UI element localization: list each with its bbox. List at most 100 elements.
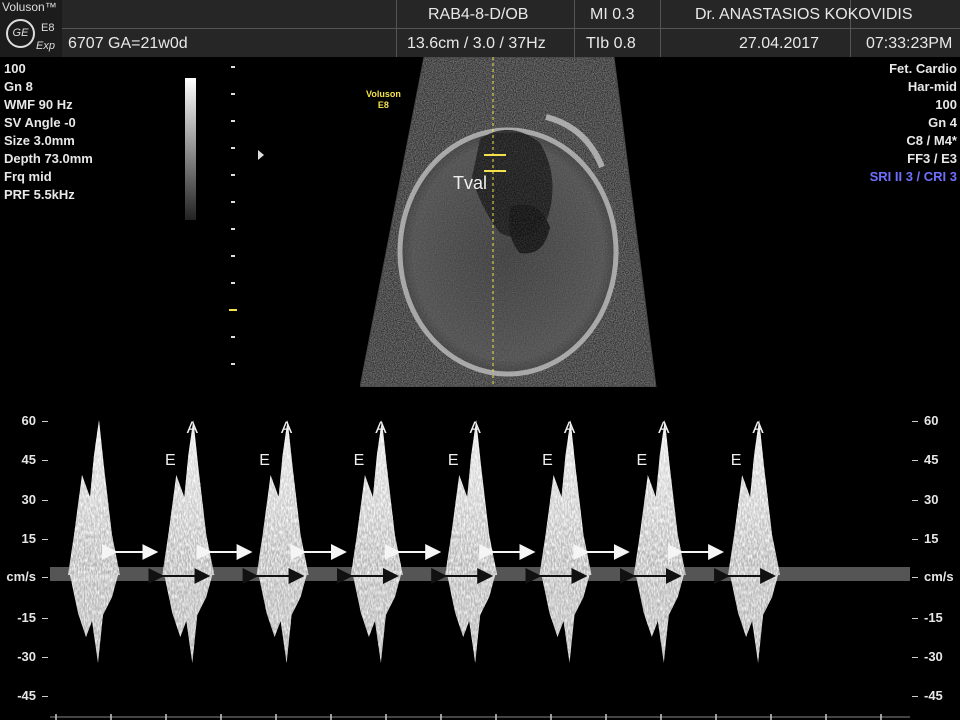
patient-info: 6707 GA=21w0d <box>68 35 188 52</box>
velocity-scale-label: 45 <box>924 452 939 467</box>
depth-scale <box>229 60 237 380</box>
peak-e-label: E <box>731 452 742 469</box>
param-item: Har-mid <box>907 79 957 94</box>
spectral-speckle <box>728 420 781 575</box>
velocity-scale-tick <box>912 696 918 697</box>
velocity-scale-label: 60 <box>21 413 36 428</box>
logo-area: Voluson™ GE E8 Exp <box>0 0 62 57</box>
spectral-speckle <box>633 420 686 575</box>
peak-a-label: A <box>564 418 576 437</box>
depth-tick <box>231 228 235 230</box>
depth-tick <box>229 309 237 311</box>
velocity-scale-label: cm/s <box>924 569 954 584</box>
exam-time: 07:33:23PM <box>866 35 953 52</box>
tib-index: TIb 0.8 <box>586 35 636 52</box>
param-item: Fet. Cardio <box>889 61 957 76</box>
watermark-line2: E8 <box>377 100 389 110</box>
focus-marker-icon <box>258 150 264 160</box>
spectral-speckle <box>447 575 496 663</box>
header-bar: Voluson™ GE E8 Exp 6707 GA=21w0d RAB4-8-… <box>0 0 960 57</box>
voluson-watermark: Voluson E8 <box>366 89 401 111</box>
spectral-speckle <box>162 420 215 575</box>
velocity-scale-tick <box>42 539 48 540</box>
doctor-name: Dr. ANASTASIOS KOKOVIDIS <box>695 6 913 23</box>
watermark-line1: Voluson <box>366 89 401 99</box>
header-separator <box>574 0 575 57</box>
param-item: Depth 73.0mm <box>4 151 93 166</box>
velocity-scale-label: -45 <box>924 688 943 703</box>
spectral-speckle <box>350 420 403 575</box>
peak-e-label: E <box>448 452 459 469</box>
speckle-overlay <box>360 57 656 387</box>
spectral-speckle <box>635 575 684 663</box>
depth-tick <box>231 201 235 203</box>
header-separator <box>660 0 661 57</box>
header-divider <box>62 28 960 29</box>
param-item: Size 3.0mm <box>4 133 75 148</box>
velocity-scale-tick <box>42 500 48 501</box>
velocity-scale-left: 60 45 30 15 cm/s -15 -30 -45 <box>0 395 50 720</box>
grayscale-bar <box>185 78 196 220</box>
spectral-speckle <box>445 420 498 575</box>
depth-tick <box>231 174 235 176</box>
tval-annotation: Tval <box>453 173 488 193</box>
depth-frequency: 13.6cm / 3.0 / 37Hz <box>407 35 546 52</box>
velocity-scale-label: 15 <box>21 531 36 546</box>
ge-logo-icon: GE <box>6 19 35 48</box>
param-item: Gn 8 <box>4 79 33 94</box>
peak-a-label: A <box>752 418 764 437</box>
param-item: Gn 4 <box>928 115 957 130</box>
depth-tick <box>231 255 235 257</box>
peak-e-label: E <box>259 452 270 469</box>
depth-tick <box>231 147 235 149</box>
param-item-sri: SRI II 3 / CRI 3 <box>869 169 957 184</box>
depth-tick <box>231 93 235 95</box>
spectral-speckle <box>539 420 592 575</box>
doppler-spectrum: EAEAEAEAEAEAEA <box>50 418 910 720</box>
depth-tick <box>231 66 235 68</box>
header-separator <box>396 0 397 57</box>
velocity-scale-label: -30 <box>924 649 943 664</box>
spectral-speckle <box>352 575 401 663</box>
velocity-scale-label: -45 <box>17 688 36 703</box>
velocity-scale-tick <box>912 539 918 540</box>
velocity-scale-tick <box>42 657 48 658</box>
param-item: C8 / M4* <box>906 133 957 148</box>
velocity-scale-tick <box>912 618 918 619</box>
velocity-scale-label: 30 <box>21 492 36 507</box>
depth-tick <box>231 120 235 122</box>
spectral-speckle <box>730 575 779 663</box>
left-parameter-list: 100 Gn 8 WMF 90 Hz SV Angle -0 Size 3.0m… <box>4 60 93 204</box>
velocity-scale-tick <box>42 696 48 697</box>
depth-tick <box>231 282 235 284</box>
velocity-scale-tick <box>912 460 918 461</box>
velocity-scale-tick <box>912 421 918 422</box>
velocity-scale-tick <box>42 618 48 619</box>
peak-a-label: A <box>375 418 387 437</box>
brand-name: Voluson™ <box>2 0 57 14</box>
velocity-scale-label: 30 <box>924 492 939 507</box>
velocity-scale-right: 60 45 30 15 cm/s -15 -30 -45 <box>910 395 960 720</box>
right-parameter-list: Fet. Cardio Har-mid 100 Gn 4 C8 / M4* FF… <box>870 60 957 186</box>
peak-a-label: A <box>187 418 199 437</box>
velocity-scale-label: -15 <box>924 610 943 625</box>
velocity-scale-tick <box>42 421 48 422</box>
velocity-scale-label: -15 <box>17 610 36 625</box>
velocity-scale-tick <box>42 460 48 461</box>
param-item: 100 <box>4 61 26 76</box>
param-item: PRF 5.5kHz <box>4 187 75 202</box>
velocity-scale-label: 60 <box>924 413 939 428</box>
model-name: E8 <box>41 22 55 34</box>
peak-a-label: A <box>281 418 293 437</box>
velocity-scale-tick <box>912 500 918 501</box>
peak-e-label: E <box>165 452 176 469</box>
velocity-scale-tick <box>912 577 918 578</box>
peak-a-label: A <box>658 418 670 437</box>
param-item: WMF 90 Hz <box>4 97 73 112</box>
bmode-image <box>360 57 657 387</box>
param-item: SV Angle -0 <box>4 115 76 130</box>
spectral-speckle <box>256 420 309 575</box>
spectral-speckle <box>258 575 307 663</box>
velocity-scale-label: 45 <box>21 452 36 467</box>
param-item: Frq mid <box>4 169 52 184</box>
